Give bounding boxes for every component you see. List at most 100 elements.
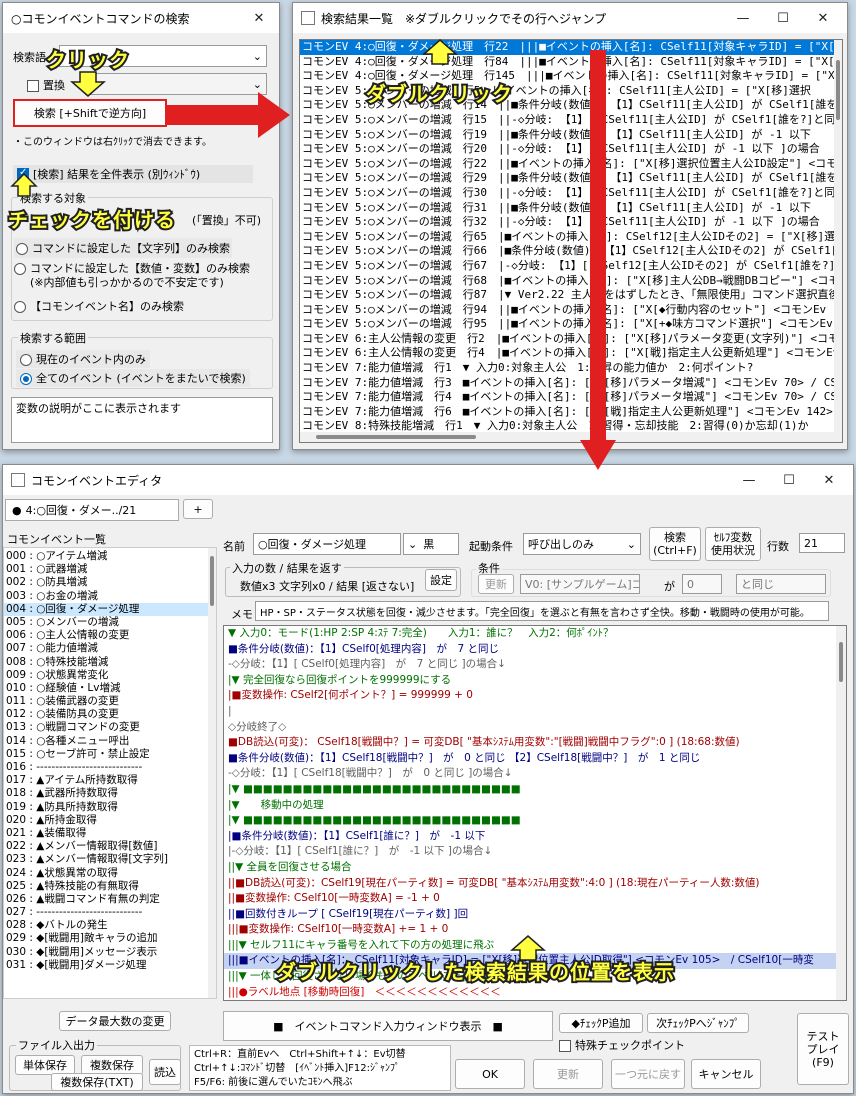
save-multi-button[interactable]: 複数保存 (81, 1055, 143, 1075)
event-list-item[interactable]: 027 : ---------------------------- (4, 906, 216, 919)
add-tab-button[interactable]: + (183, 499, 213, 519)
special-checkbox[interactable] (559, 1040, 571, 1052)
add-checkpoint-button[interactable]: ◆ﾁｪｯｸP追加 (559, 1013, 643, 1033)
cancel-button[interactable]: キャンセル (691, 1059, 761, 1089)
command-input-button[interactable]: ■ イベントコマンド入力ウィンドウ表示 ■ (223, 1011, 553, 1041)
result-row[interactable]: コモンEV 5:○メンバーの増減 行29 ||■条件分岐(数値): 【1】CSe… (300, 171, 842, 186)
update-button[interactable]: 更新 (533, 1059, 603, 1089)
radio-icon[interactable] (16, 243, 28, 255)
result-row[interactable]: コモンEV 5:○メンバーの増減 行22 ||■イベントの挿入[名]: ["X[… (300, 157, 842, 172)
test-play-button[interactable]: テスト プレイ (F9) (797, 1013, 849, 1085)
event-list-item[interactable]: 004 : ○回復・ダメージ処理 (4, 602, 216, 616)
search-button[interactable]: 検索 [+Shiftで逆方向] (13, 99, 167, 127)
result-row[interactable]: コモンEV 5:○メンバーの増減 行68 |■イベントの挿入[名]: ["X[移… (300, 274, 842, 289)
result-row[interactable]: コモンEV 5:○メンバーの増減 行87 |▼ Ver2.22 主人公をはずした… (300, 288, 842, 303)
result-row[interactable]: コモンEV 5:○メンバーの増減 行19 ||■条件分岐(数値): 【1】CSe… (300, 128, 842, 143)
next-checkpoint-button[interactable]: 次ﾁｪｯｸPへｼﾞｬﾝﾌﾟ (647, 1013, 749, 1033)
code-line[interactable]: |■変数操作: CSelf2[何ポイント？] = 999999 + 0 (224, 688, 846, 704)
replace-check[interactable] (27, 80, 39, 92)
result-row[interactable]: コモンEV 5:○メンバーの増減 行66 |■条件分岐(数値): 【1】CSel… (300, 244, 842, 259)
result-row[interactable]: コモンEV 5:○メンバーの増減 行30 ||-◇分岐: 【1】[ CSelf1… (300, 186, 842, 201)
scrollbar-thumb[interactable] (316, 435, 476, 439)
range-opt-current[interactable]: 現在のイベント内のみ (16, 350, 150, 368)
event-list-item[interactable]: 008 : ○特殊技能増減 (4, 656, 216, 669)
self-var-button[interactable]: ｾﾙﾌ変数 使用状況 (705, 527, 761, 561)
code-line[interactable]: |||▼ セルフ11にキャラ番号を入れて下の方の処理に飛ぶ (224, 938, 846, 954)
ok-button[interactable]: OK (455, 1059, 525, 1089)
max-data-button[interactable]: データ最大数の変更 (59, 1011, 171, 1031)
event-list-item[interactable]: 023 : ▲メンバー情報取得[文字列] (4, 853, 216, 866)
event-tab[interactable]: ● 4:○回復・ダメー../21 (5, 499, 179, 521)
code-line[interactable]: ||■変数操作: CSelf10[一時変数A] = -1 + 0 (224, 891, 846, 907)
code-line[interactable]: ▼ 入力0：モード(1:HP 2:SP 4:ｽﾃ 7:完全) 入力1：誰に？ 入… (224, 626, 846, 642)
range-opt-all[interactable]: 全てのイベント (イベントをまたいで検索) (16, 369, 250, 387)
radio-icon[interactable] (14, 301, 26, 313)
target-opt-string[interactable]: コマンドに設定した【文字列】のみ検索 (14, 238, 232, 258)
code-line[interactable]: ◇分岐終了◇ (224, 720, 846, 736)
scrollbar-thumb[interactable] (836, 60, 840, 120)
event-list-item[interactable]: 003 : ○お金の増減 (4, 590, 216, 603)
event-list-item[interactable]: 020 : ▲所持金取得 (4, 814, 216, 827)
cond-var-select[interactable]: V0: [サンプルゲーム]コッ (520, 574, 640, 594)
event-list-item[interactable]: 029 : ◆[戦闘用]敵キャラの追加 (4, 932, 216, 945)
code-line[interactable]: |▼ ■■■■■■■■■■■■■■■■■■■■■■■■■■■■ (224, 813, 846, 829)
event-list-item[interactable]: 015 : ○セーブ許可・禁止設定 (4, 748, 216, 761)
event-list-item[interactable]: 031 : ◆[戦闘用]ダメージ処理 (4, 959, 216, 972)
event-list-item[interactable]: 024 : ▲状態異常の取得 (4, 867, 216, 880)
event-list-item[interactable]: 025 : ▲特殊技能の有無取得 (4, 880, 216, 893)
special-checkpoint[interactable]: 特殊チェックポイント (559, 1037, 685, 1053)
cond-op-select[interactable]: と同じ (736, 574, 826, 594)
code-line[interactable]: ||■回数付きループ [ CSelf19[現在パーティ数] ]回 (224, 907, 846, 923)
replace-input[interactable]: ⌄ (85, 73, 267, 95)
code-line[interactable]: -◇分岐：【1】[ CSelf0[処理内容] が 7 と同じ ]の場合↓ (224, 657, 846, 673)
maximize-icon[interactable]: ☐ (763, 3, 803, 33)
result-row[interactable]: コモンEV 5:○メンバーの増減 行67 |-◇分岐: 【1】[ CSelf12… (300, 259, 842, 274)
code-line[interactable]: |▼ 移動中の処理 (224, 798, 846, 814)
event-list-item[interactable]: 002 : ○防具増減 (4, 576, 216, 589)
minimize-icon[interactable]: — (729, 465, 769, 495)
code-line[interactable]: |||■条件分岐(数値) (224, 1000, 846, 1001)
scrollbar-thumb[interactable] (210, 556, 214, 606)
result-row[interactable]: コモンEV 4:○回復・ダメージ処理 行84 |||■イベントの挿入[名]: C… (300, 55, 842, 70)
code-line[interactable]: |||■変数操作: CSelf10[一時変数A] += 1 + 0 (224, 922, 846, 938)
load-button[interactable]: 読込 (149, 1059, 181, 1085)
name-input[interactable]: ○回復・ダメージ処理 (253, 533, 401, 555)
event-list-item[interactable]: 014 : ○各種メニュー呼出 (4, 735, 216, 748)
event-list-item[interactable]: 006 : ○主人公情報の変更 (4, 629, 216, 642)
event-list-item[interactable]: 018 : ▲武器所持数取得 (4, 787, 216, 800)
radio-icon[interactable] (20, 373, 32, 385)
result-row[interactable]: コモンEV 5:○メンバーの増減 行15 ||-◇分岐: 【1】[ CSelf1… (300, 113, 842, 128)
code-line[interactable]: -◇分岐：【1】[ CSelf18[戦闘中？] が 0 と同じ ]の場合↓ (224, 766, 846, 782)
event-list-item[interactable]: 009 : ○状態異常変化 (4, 669, 216, 682)
event-list-item[interactable]: 022 : ▲メンバー情報取得[数値] (4, 840, 216, 853)
result-row[interactable]: コモンEV 6:主人公情報の変更 行4 |■イベントの挿入[名]: ["X[戦]… (300, 346, 842, 361)
close-icon[interactable]: ✕ (809, 465, 849, 495)
code-line[interactable]: |▼ ■■■■■■■■■■■■■■■■■■■■■■■■■■■■ (224, 782, 846, 798)
event-list-item[interactable]: 012 : ○装備防具の変更 (4, 708, 216, 721)
color-select[interactable]: ⌄ 黒 (403, 533, 459, 555)
code-line[interactable]: |■条件分岐(数値)：【1】CSelf1[誰に？] が -1 以下 (224, 829, 846, 845)
search-ctrlf-button[interactable]: 検索 (Ctrl+F) (649, 527, 701, 561)
start-select[interactable]: 呼び出しのみ ⌄ (523, 533, 641, 555)
radio-icon[interactable] (20, 354, 32, 366)
result-row[interactable]: コモンEV 5:○メンバーの増減 行20 ||-◇分岐: 【1】[ CSelf1… (300, 142, 842, 157)
cond-num-input[interactable]: 0 (682, 574, 722, 594)
vertical-scrollbar[interactable] (836, 626, 846, 1000)
undo-button[interactable]: 一つ元に戻す (611, 1059, 685, 1089)
code-line[interactable]: |-◇分岐：【1】[ CSelf1[誰に？] が -1 以下 ]の場合↓ (224, 844, 846, 860)
event-list-item[interactable]: 005 : ○メンバーの増減 (4, 616, 216, 629)
event-list-item[interactable]: 016 : ---------------------------- (4, 761, 216, 774)
result-row[interactable]: コモンEV 7:能力値増減 行4 ■イベントの挿入[名]: ["X[移]パラメー… (300, 390, 842, 405)
code-line[interactable]: ||■DB読込(可変)：CSelf19[現在パーティ数] = 可変DB[ "基本… (224, 876, 846, 892)
event-list-item[interactable]: 001 : ○武器増減 (4, 563, 216, 576)
memo-input[interactable]: HP・SP・ステータス状態を回復・減少させます。「完全回復」を選ぶと有無を言わさ… (255, 601, 829, 621)
result-row[interactable]: コモンEV 5:○メンバーの増減 行32 ||-◇分岐: 【1】[ CSelf1… (300, 215, 842, 230)
event-list-item[interactable]: 000 : ○アイテム増減 (4, 550, 216, 563)
vertical-scrollbar[interactable] (834, 40, 842, 442)
replace-checkbox[interactable]: 置換 (27, 77, 65, 93)
code-line[interactable]: |▼ 完全回復なら回復ポイントを999999にする (224, 673, 846, 689)
result-row[interactable]: コモンEV 7:能力値増減 行6 ■イベントの挿入[名]: ["X[戦]指定主人… (300, 405, 842, 420)
event-list-item[interactable]: 013 : ○戦闘コマンドの変更 (4, 721, 216, 734)
code-line[interactable]: ||▼ 全員を回復させる場合 (224, 860, 846, 876)
target-opt-name[interactable]: 【コモンイベント名】のみ検索 (14, 298, 184, 314)
